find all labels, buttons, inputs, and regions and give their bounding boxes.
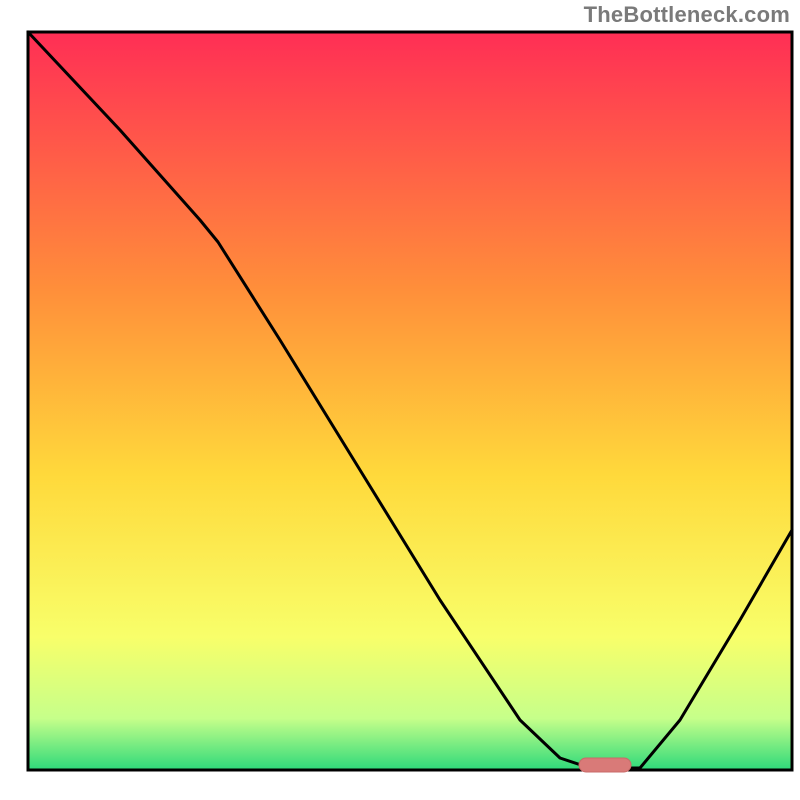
gradient-background	[28, 32, 792, 770]
optimal-point-marker	[579, 758, 631, 772]
chart-container: TheBottleneck.com	[0, 0, 800, 800]
bottleneck-chart	[0, 0, 800, 800]
